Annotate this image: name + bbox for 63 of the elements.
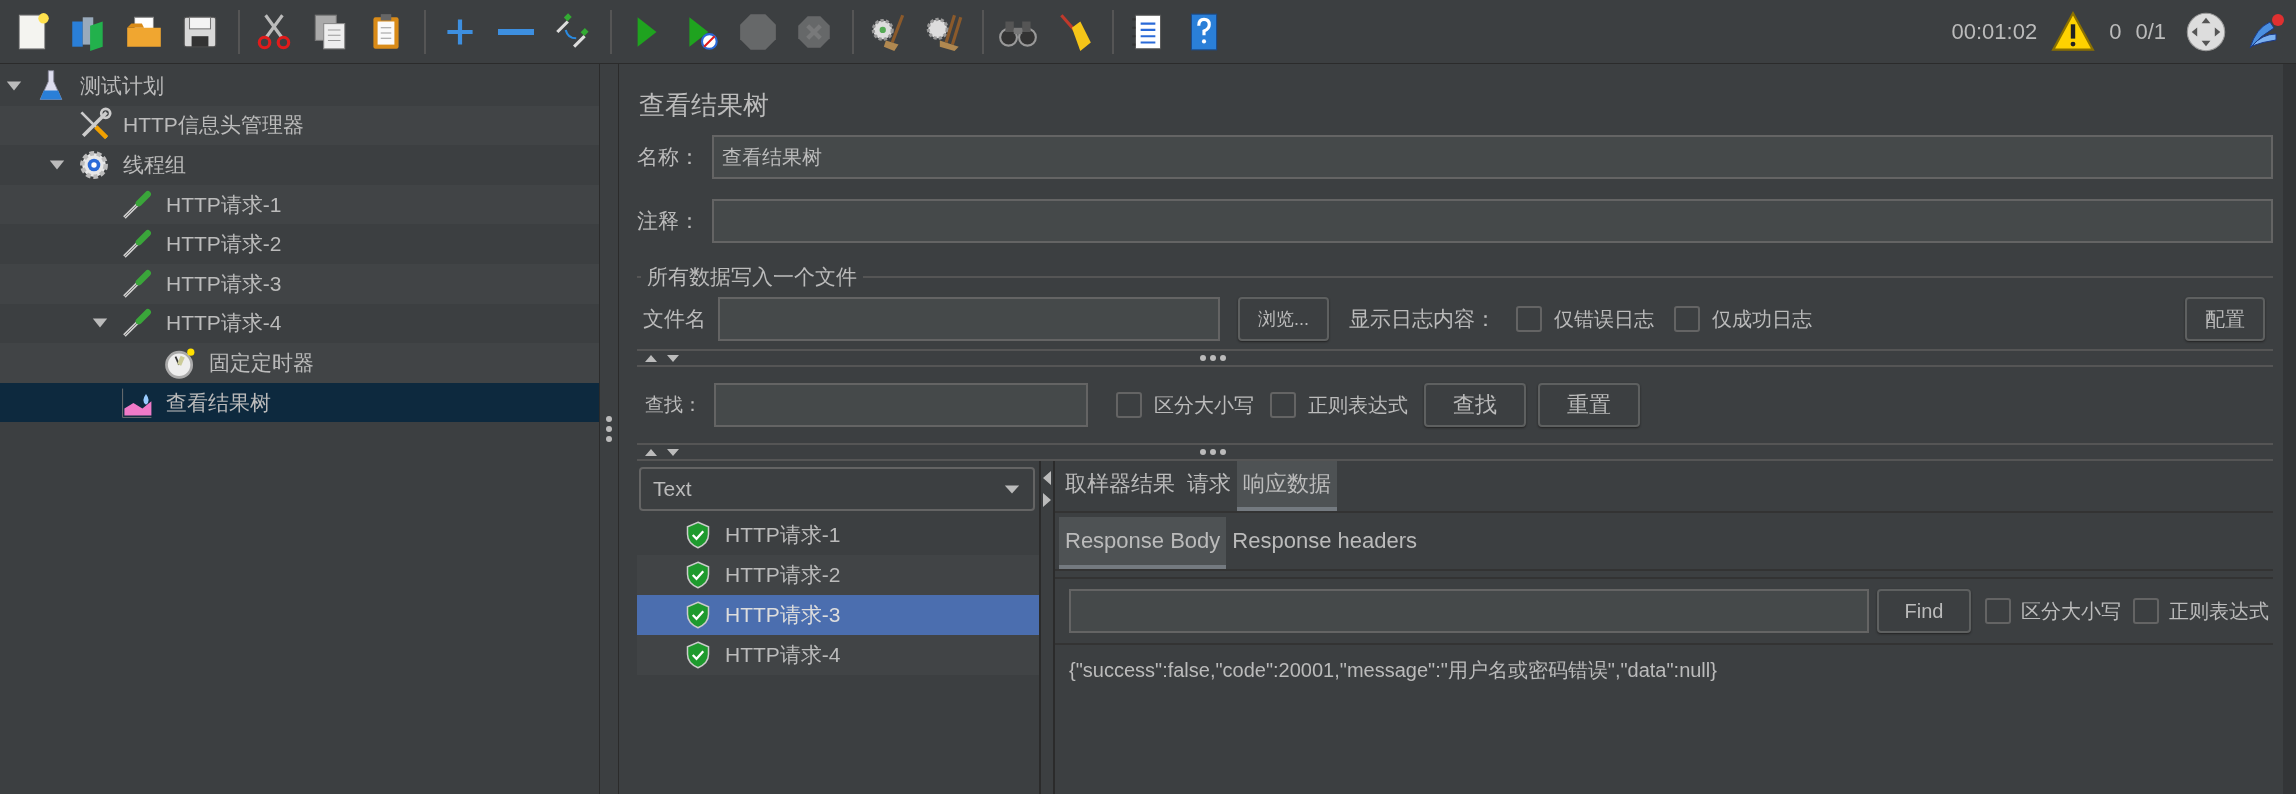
checkbox[interactable] <box>1270 392 1296 418</box>
tab[interactable]: Response headers <box>1226 517 1423 569</box>
comment-field[interactable] <box>712 199 2273 243</box>
search-field[interactable] <box>714 383 1088 427</box>
filename-field[interactable] <box>718 297 1220 341</box>
result-item-label: HTTP请求-3 <box>725 602 841 628</box>
tree-item[interactable]: 固定定时器 <box>0 343 599 383</box>
checkbox-label: 仅成功日志 <box>1712 306 1812 332</box>
tree-item[interactable]: HTTP请求-3 <box>0 263 599 304</box>
response-text: {"success":false,"code":20001,"message":"用户名或密码错误","data":null} <box>1068 658 1718 683</box>
log-label: 显示日志内容： <box>1349 306 1496 332</box>
checkbox-label: 仅错误日志 <box>1554 306 1654 332</box>
search-label: 查找： <box>645 393 702 417</box>
checkbox-label: 区分大小写 <box>2021 598 2121 624</box>
result-item[interactable]: HTTP请求-4 <box>637 635 1039 675</box>
configure-button[interactable]: 配置 <box>2185 297 2265 341</box>
checkbox-label: 区分大小写 <box>1154 392 1254 418</box>
name-field[interactable]: 查看结果树 <box>712 135 2273 179</box>
checkbox[interactable] <box>2133 598 2159 624</box>
find-button[interactable]: Find <box>1877 589 1971 633</box>
checkbox[interactable] <box>1116 392 1142 418</box>
checkbox-label: 正则表达式 <box>1308 392 1408 418</box>
panel-title: 查看结果树 <box>639 89 770 122</box>
checkbox-label: 正则表达式 <box>2169 598 2269 624</box>
tree-item-label: 测试计划 <box>80 72 164 99</box>
checkbox[interactable] <box>1985 598 2011 624</box>
tree-item-label: HTTP请求-4 <box>166 310 282 337</box>
tab[interactable]: 响应数据 <box>1237 461 1337 511</box>
tab[interactable]: 请求 <box>1181 461 1237 511</box>
renderer-dropdown[interactable]: Text <box>639 467 1035 511</box>
tree-item-label: HTTP请求-3 <box>166 270 282 297</box>
result-item[interactable]: HTTP请求-3 <box>637 595 1039 635</box>
drag-handle-icon <box>605 415 613 443</box>
tree-item-label: 查看结果树 <box>166 389 271 416</box>
tree-item-label: 线程组 <box>123 152 186 178</box>
tree-item[interactable]: 查看结果树 <box>0 382 599 423</box>
browse-button[interactable]: 浏览... <box>1238 297 1329 341</box>
checkbox[interactable] <box>1674 306 1700 332</box>
tab[interactable]: 取样器结果 <box>1059 461 1181 511</box>
tree-item-label: HTTP请求-1 <box>166 191 282 218</box>
search-button[interactable]: 查找 <box>1424 383 1526 427</box>
reset-button[interactable]: 重置 <box>1538 383 1640 427</box>
warning-count: 0 <box>2109 18 2122 45</box>
result-item[interactable]: HTTP请求-2 <box>637 555 1039 595</box>
filename-label: 文件名 <box>643 306 706 332</box>
tab[interactable]: Response Body <box>1059 517 1227 569</box>
collapse-arrows-icon <box>1041 469 1053 509</box>
tree-item[interactable]: HTTP请求-1 <box>0 184 599 225</box>
find-field[interactable] <box>1069 589 1869 633</box>
name-label: 名称： <box>637 144 700 170</box>
tree-item-label: HTTP信息头管理器 <box>123 112 304 139</box>
checkbox[interactable] <box>1516 306 1542 332</box>
tree-item[interactable]: HTTP信息头管理器 <box>0 105 599 146</box>
tree-item-label: 固定定时器 <box>209 349 314 376</box>
warning-icon <box>2051 9 2096 54</box>
comment-label: 注释： <box>637 208 700 234</box>
result-item-label: HTTP请求-2 <box>725 562 841 588</box>
result-item-label: HTTP请求-4 <box>725 642 841 668</box>
elapsed-time: 00:01:02 <box>1951 18 2038 45</box>
result-item-label: HTTP请求-1 <box>725 522 841 548</box>
group-title: 所有数据写入一个文件 <box>646 264 858 290</box>
tree-item-label: HTTP请求-2 <box>166 231 282 258</box>
thread-count: 0/1 <box>2135 18 2166 45</box>
